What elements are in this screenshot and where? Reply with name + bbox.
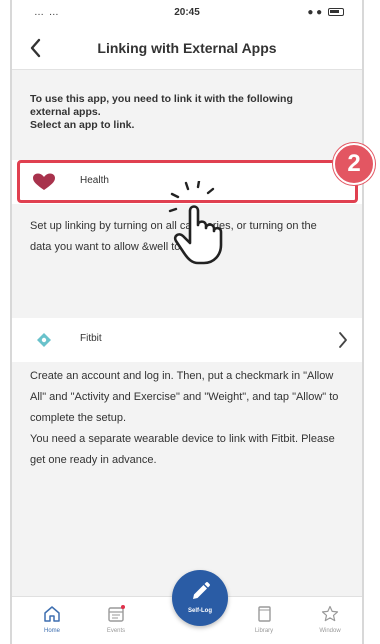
app-row-fitbit[interactable]: Fitbit	[12, 318, 362, 362]
step-badge: 2	[333, 143, 375, 185]
tab-window-label: Window	[319, 628, 341, 634]
app-name-health: Health	[80, 175, 109, 186]
battery-icon	[328, 8, 344, 17]
book-icon	[258, 606, 271, 622]
app-row-health[interactable]: Health	[12, 160, 362, 204]
app-description-fitbit-text: Create an account and log in. Then, put …	[30, 370, 339, 466]
tab-home[interactable]: Home	[24, 597, 80, 644]
app-name-fitbit: Fitbit	[80, 333, 102, 344]
app-description-health: Set up linking by turning on all categor…	[30, 220, 317, 253]
chevron-right-icon	[339, 332, 347, 348]
status-indicators: ● ●	[307, 7, 344, 18]
tab-home-label: Home	[43, 628, 60, 634]
nav-header: Linking with External Apps	[12, 26, 362, 70]
events-notification-dot	[121, 605, 125, 609]
self-log-label: Self-Log	[188, 608, 212, 614]
app-description-fitbit: Create an account and log in. Then, put …	[30, 366, 340, 471]
tab-events[interactable]: Events	[88, 597, 144, 644]
fitbit-icon	[37, 333, 51, 347]
status-bar: … … 20:45 ● ●	[12, 0, 362, 26]
intro-text-content: To use this app, you need to link it wit…	[30, 93, 293, 131]
home-icon	[44, 606, 60, 622]
tab-window[interactable]: Window	[302, 597, 358, 644]
self-log-button[interactable]: Self-Log	[172, 570, 228, 626]
star-icon	[321, 605, 339, 622]
heart-icon	[33, 173, 55, 190]
tab-library[interactable]: Library	[236, 597, 292, 644]
tab-library-label: Library	[254, 628, 274, 634]
pencil-icon	[193, 582, 210, 599]
tab-events-label: Events	[106, 628, 126, 634]
page-title: Linking with External Apps	[97, 40, 277, 56]
phone-screen: … … 20:45 ● ● Linking with External Apps…	[0, 0, 380, 644]
status-icons: ● ●	[307, 7, 323, 18]
intro-text: To use this app, you need to link it wit…	[30, 93, 330, 132]
